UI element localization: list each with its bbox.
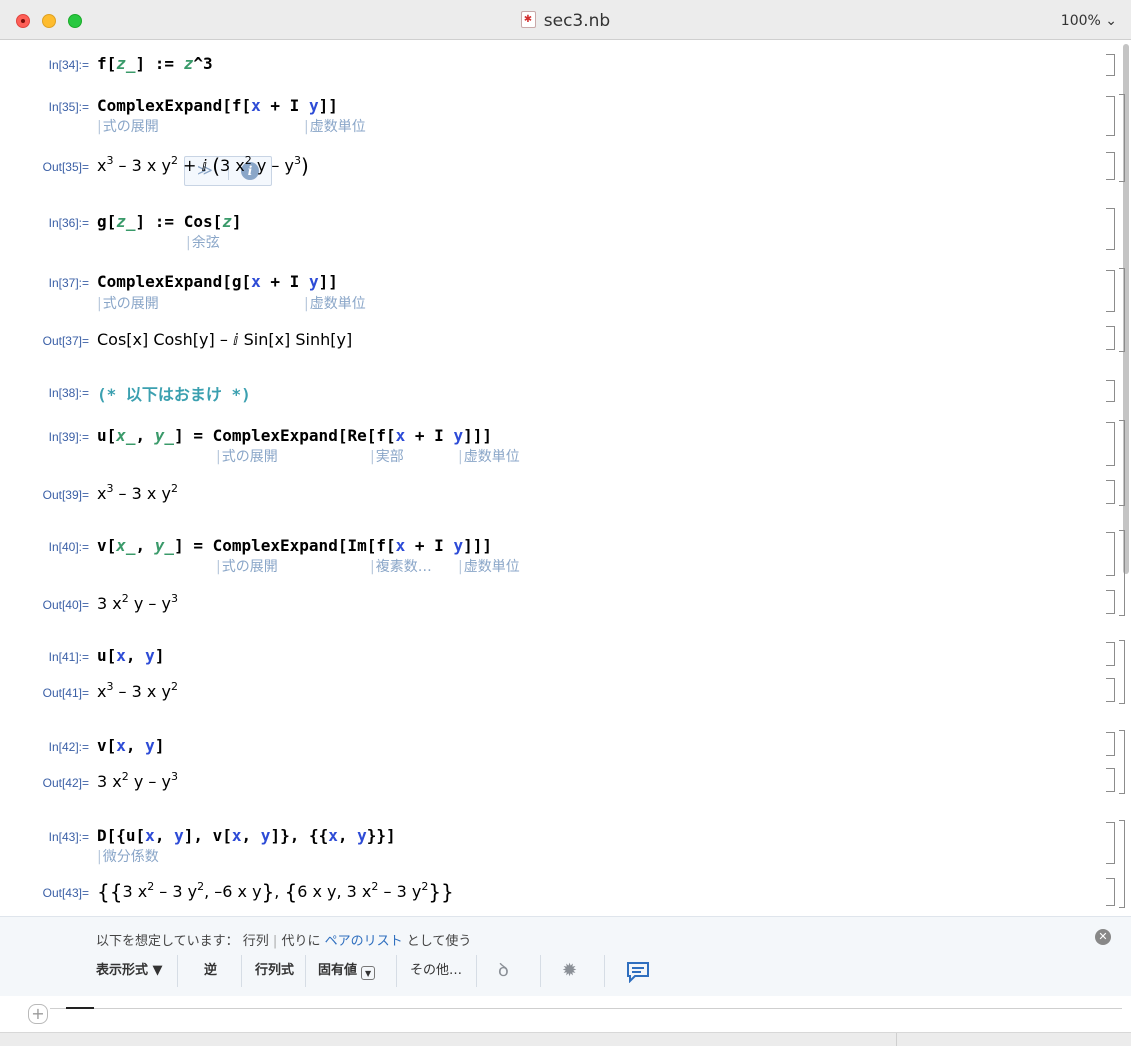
cell-label-in36: In[36]:= (48, 216, 89, 230)
hint-complexexpand[interactable]: 式の展開 (97, 116, 159, 136)
input-u-definition[interactable]: u[x_, y_] = ComplexExpand[Re[f[x + I y]]… (97, 426, 492, 445)
input-f-definition[interactable]: f[z_] := z^3 (97, 54, 213, 73)
gear-icon[interactable]: ✹ (562, 961, 577, 981)
cell-label-in43: In[43]:= (48, 830, 89, 844)
output-out43: {{3 x2 – 3 y2, –6 x y}, {6 x y, 3 x2 – 3… (97, 879, 454, 904)
cell-label-out42: Out[42]= (42, 776, 89, 790)
output-out39: x3 – 3 x y2 (97, 481, 178, 503)
output-out37: Cos[x] Cosh[y] – ⅈ Sin[x] Sinh[y] (97, 330, 353, 349)
title-bar: ✱ sec3.nb 100% ⌄ (0, 0, 1131, 40)
cell-label-out40: Out[40]= (42, 598, 89, 612)
cell-label-in39: In[39]:= (48, 430, 89, 444)
input-u-call[interactable]: u[x, y] (97, 646, 164, 665)
cell-label-in42: In[42]:= (48, 740, 89, 754)
group-bracket[interactable] (1119, 530, 1125, 616)
output-out42: 3 x2 y – y3 (97, 769, 178, 791)
cell-bracket[interactable] (1106, 480, 1115, 504)
cell-label-in37: In[37]:= (48, 276, 89, 290)
input-jacobian[interactable]: D[{u[x, y], v[x, y]}, {{x, y}}] (97, 826, 396, 845)
hint-complexexpand[interactable]: 式の展開 (216, 446, 278, 466)
cell-bracket[interactable] (1106, 326, 1115, 350)
pairs-list-link[interactable]: ペアのリスト (325, 934, 403, 949)
dropdown-arrow-icon[interactable]: ▼ (361, 966, 376, 980)
group-bracket[interactable] (1119, 730, 1125, 794)
hint-cosine[interactable]: 余弦 (186, 232, 220, 252)
cell-bracket[interactable] (1106, 96, 1115, 136)
hint-real-part[interactable]: 実部 (370, 446, 404, 466)
cell-label-out43: Out[43]= (42, 886, 89, 900)
hint-imaginary-unit[interactable]: 虚数単位 (458, 556, 520, 576)
cell-label-in35: In[35]:= (48, 100, 89, 114)
group-bracket[interactable] (1119, 94, 1125, 182)
cell-bracket[interactable] (1106, 732, 1115, 756)
input-complexexpand-g[interactable]: ComplexExpand[g[x + I y]] (97, 272, 338, 291)
cell-bracket[interactable] (1106, 152, 1115, 180)
cell-label-out37: Out[37]= (42, 334, 89, 348)
output-out41: x3 – 3 x y2 (97, 679, 178, 701)
cell-bracket[interactable] (1106, 532, 1115, 576)
more-button[interactable]: その他… (410, 953, 462, 989)
group-bracket[interactable] (1119, 268, 1125, 352)
output-out40: 3 x2 y – y3 (97, 591, 178, 613)
hint-derivative[interactable]: 微分係数 (97, 846, 159, 866)
assumption-text: 以下を想定しています： 行列 | 代りに ペアのリスト として使う (96, 934, 472, 949)
add-cell-icon[interactable]: + (28, 1004, 48, 1024)
text-cursor (66, 1007, 94, 1009)
hint-imaginary-unit[interactable]: 虚数単位 (304, 293, 366, 313)
group-bracket[interactable] (1119, 640, 1125, 704)
cell-bracket[interactable] (1106, 270, 1115, 312)
cell-bracket[interactable] (1106, 590, 1115, 614)
cell-label-in41: In[41]:= (48, 650, 89, 664)
inverse-button[interactable]: 逆 (204, 953, 217, 989)
cell-bracket[interactable] (1106, 422, 1115, 466)
input-complexexpand-f[interactable]: ComplexExpand[f[x + I y]] (97, 96, 338, 115)
input-v-call[interactable]: v[x, y] (97, 736, 164, 755)
zoom-menu[interactable]: 100% ⌄ (1061, 13, 1117, 29)
cell-label-in38: In[38]:= (48, 386, 89, 400)
swirl-icon[interactable]: ꝺ (498, 961, 509, 981)
feedback-icon[interactable] (626, 961, 650, 988)
cell-bracket[interactable] (1106, 822, 1115, 864)
cell-label-out41: Out[41]= (42, 686, 89, 700)
determinant-button[interactable]: 行列式 (255, 953, 294, 989)
cell-bracket[interactable] (1106, 54, 1115, 76)
hint-imaginary-unit[interactable]: 虚数単位 (458, 446, 520, 466)
window-title-text: sec3.nb (543, 11, 611, 31)
format-button[interactable]: 表示形式 ▼ (96, 953, 163, 989)
window-title: ✱ sec3.nb (0, 11, 1131, 31)
cell-bracket[interactable] (1106, 380, 1115, 402)
eigenvalues-button[interactable]: 固有値 ▼ (318, 953, 376, 989)
suggestions-bar: 以下を想定しています： 行列 | 代りに ペアのリスト として使う ✕ 表示形式… (0, 916, 1131, 996)
input-v-definition[interactable]: v[x_, y_] = ComplexExpand[Im[f[x + I y]]… (97, 536, 492, 555)
group-bracket[interactable] (1119, 820, 1125, 908)
close-icon[interactable]: ✕ (1095, 929, 1111, 945)
cell-label-out35: Out[35]= (42, 160, 89, 174)
cell-bracket[interactable] (1106, 878, 1115, 906)
output-out35: x3 – 3 x y2 + ⅈ (3 x2 y – y3) (97, 153, 309, 178)
group-bracket[interactable] (1119, 420, 1125, 506)
cell-label-in40: In[40]:= (48, 540, 89, 554)
notebook-file-icon: ✱ (520, 11, 536, 28)
hint-complexexpand[interactable]: 式の展開 (97, 293, 159, 313)
cell-bracket[interactable] (1106, 678, 1115, 702)
cell-label-in34: In[34]:= (48, 58, 89, 72)
notebook-area[interactable]: In[34]:= f[z_] := z^3 In[35]:= ComplexEx… (0, 40, 1131, 916)
hint-imaginary-unit[interactable]: 虚数単位 (304, 116, 366, 136)
hint-imaginary-part[interactable]: 複素数… (370, 556, 432, 576)
cell-bracket[interactable] (1106, 208, 1115, 250)
input-g-definition[interactable]: g[z_] := Cos[z] (97, 212, 242, 231)
cell-bracket[interactable] (1106, 768, 1115, 792)
input-comment[interactable]: (* 以下はおまけ *) (97, 381, 251, 405)
cell-bracket[interactable] (1106, 642, 1115, 666)
hint-complexexpand[interactable]: 式の展開 (216, 556, 278, 576)
status-bar (0, 1032, 1131, 1046)
cell-label-out39: Out[39]= (42, 488, 89, 502)
